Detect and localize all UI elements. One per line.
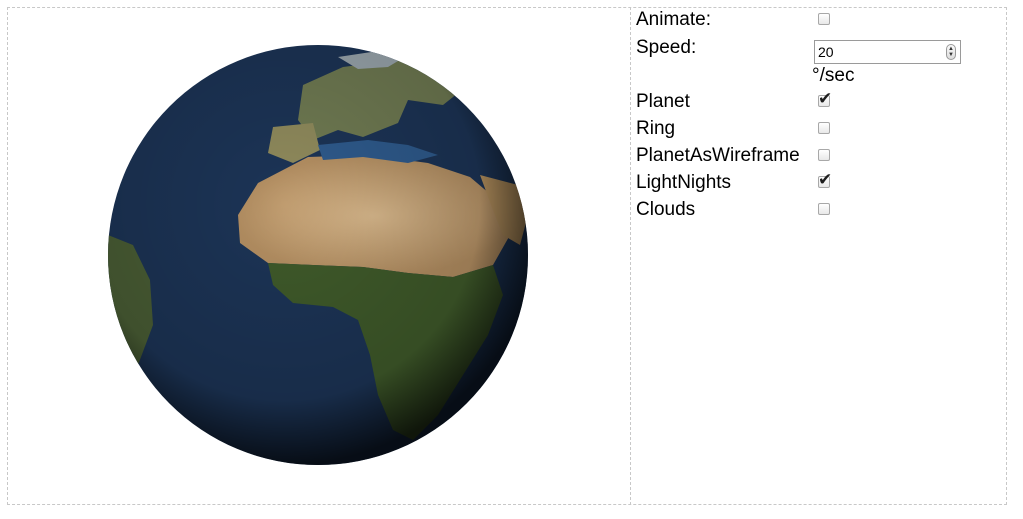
planet-canvas[interactable] — [108, 45, 528, 465]
animate-label: Animate: — [636, 9, 711, 30]
speed-stepper[interactable]: ▲ ▼ — [946, 44, 956, 60]
option-label: PlanetAsWireframe — [636, 145, 800, 166]
option-label: LightNights — [636, 172, 732, 193]
option-row-clouds: Clouds — [636, 198, 996, 224]
checkmark-icon: ✔ — [818, 170, 833, 190]
clouds-checkbox[interactable] — [818, 203, 830, 215]
option-label: Ring — [636, 118, 676, 139]
animate-checkbox[interactable] — [818, 13, 830, 25]
speed-value: 20 — [818, 44, 834, 60]
option-label: Clouds — [636, 199, 696, 220]
checkmark-icon: ✔ — [818, 89, 833, 109]
planet-globe-image — [108, 45, 528, 465]
spin-down-icon[interactable]: ▼ — [948, 52, 954, 58]
speed-input[interactable]: 20 ▲ ▼ — [814, 40, 961, 64]
speed-unit: °/sec — [812, 65, 855, 86]
ring-checkbox[interactable] — [818, 122, 830, 134]
option-row-planet-as-wireframe: PlanetAsWireframe — [636, 144, 996, 170]
speed-label: Speed: — [636, 37, 697, 58]
animate-row: Animate: — [636, 8, 996, 34]
planet-checkbox[interactable]: ✔ — [818, 89, 832, 109]
option-row-ring: Ring — [636, 117, 996, 143]
panel-divider — [630, 7, 631, 505]
option-row-light-nights: LightNights ✔ — [636, 170, 996, 197]
option-row-planet: Planet ✔ — [636, 89, 996, 116]
planet-as-wireframe-checkbox[interactable] — [818, 149, 830, 161]
light-nights-checkbox[interactable]: ✔ — [818, 170, 832, 190]
controls-panel: Animate: Speed: 20 ▲ ▼ °/sec Planet ✔ Ri… — [636, 8, 1006, 308]
option-label: Planet — [636, 91, 690, 112]
